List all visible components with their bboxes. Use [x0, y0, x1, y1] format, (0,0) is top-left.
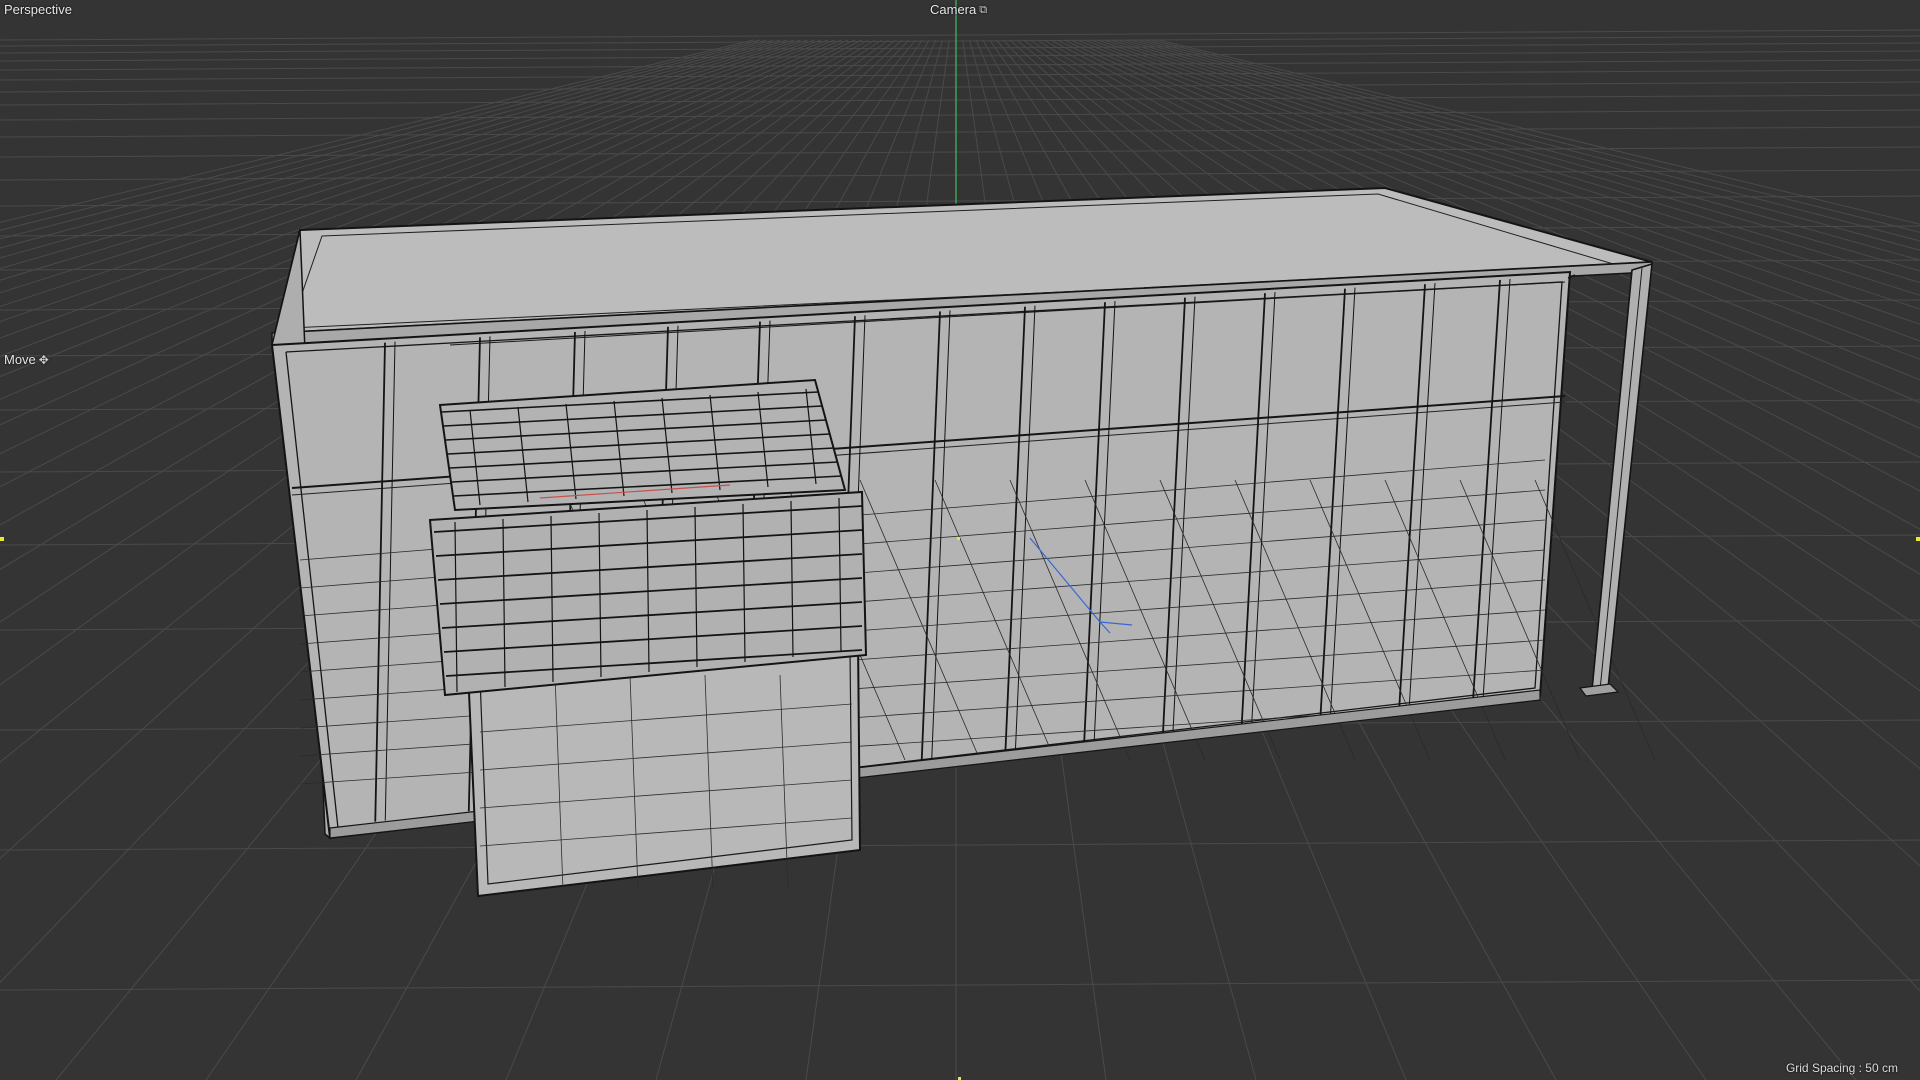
active-tool-label: Move ✥	[4, 352, 49, 368]
grid-line-width	[0, 146, 1920, 158]
center-marker	[957, 537, 960, 540]
grid-line-width	[0, 126, 1920, 138]
grid-line-width	[0, 839, 1920, 851]
move-arrows-icon: ✥	[38, 353, 49, 367]
corner-post[interactable]	[1591, 262, 1653, 691]
left-edge-marker	[0, 537, 4, 541]
grid-line-width	[0, 69, 1920, 81]
view-name-text: Perspective	[4, 2, 72, 17]
annex-model[interactable]	[428, 378, 868, 898]
tool-label-text: Move	[4, 352, 36, 367]
grid-line-width	[0, 979, 1920, 991]
grid-spacing-readout: Grid Spacing : 50 cm	[1786, 1060, 1898, 1076]
inner-grid-diagonal	[1534, 479, 1656, 761]
camera-menu[interactable]: Camera ⧉	[930, 2, 987, 18]
grid-line-width	[0, 109, 1920, 121]
grid-line-width	[0, 29, 1920, 41]
grid-line-width	[0, 94, 1920, 106]
scene-canvas[interactable]	[0, 0, 1920, 1080]
grid-line-width	[0, 50, 1920, 62]
camera-lock-icon[interactable]: ⧉	[979, 2, 987, 18]
grid-line-width	[0, 169, 1920, 181]
grid-line-width	[0, 59, 1920, 71]
right-edge-marker	[1916, 537, 1920, 541]
grid-line-width	[0, 81, 1920, 93]
camera-label-text: Camera	[930, 2, 977, 17]
grid-spacing-text: Grid Spacing : 50 cm	[1785, 1061, 1898, 1075]
corner-post-foot	[1578, 683, 1620, 697]
corner-post-edge	[1599, 267, 1643, 691]
view-name-label[interactable]: Perspective	[4, 2, 72, 18]
3d-viewport[interactable]: Perspective Camera ⧉ Move ✥ Grid Spacing :…	[0, 0, 1920, 1080]
